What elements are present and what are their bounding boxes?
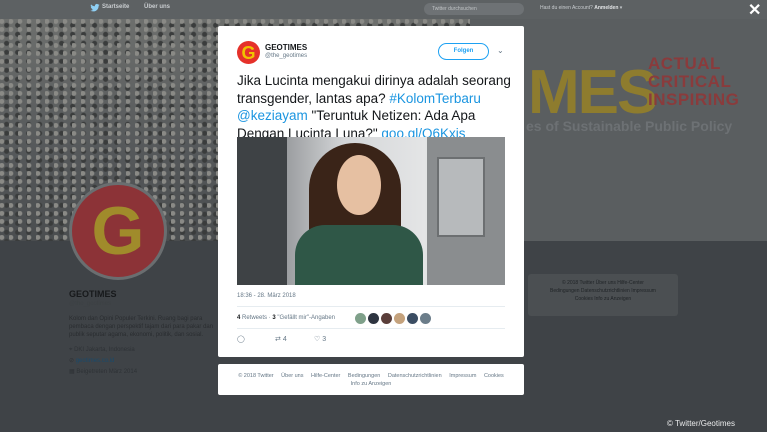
tagline-critical: CRITICAL xyxy=(648,72,732,91)
avatar-letter: G xyxy=(91,193,145,269)
joined-text: Beigetreten März 2014 xyxy=(76,369,138,375)
likers-avatars xyxy=(355,313,431,324)
liker-avatar[interactable] xyxy=(407,313,418,324)
sidebar-footer-line1[interactable]: © 2018 Twitter Über uns Hilfe-Center xyxy=(533,279,673,287)
sidebar-footer-line2[interactable]: Bedingungen Datenschutzrichtlinien Impre… xyxy=(533,287,673,295)
footer-ads[interactable]: Info zu Anzeigen xyxy=(351,381,392,387)
retweet-action-count: 4 xyxy=(282,336,287,343)
search-input[interactable]: Twitter durchsuchen xyxy=(424,3,524,15)
banner-subtitle: es of Sustainable Public Policy xyxy=(526,118,733,134)
follow-button[interactable]: Folgen xyxy=(438,43,489,60)
tagline-inspiring: INSPIRING xyxy=(648,90,740,109)
tweet-stats: 4 Retweets · 3 "Gefällt mir"-Angaben xyxy=(237,315,336,321)
likes-label[interactable]: "Gefällt mir"-Angaben xyxy=(277,315,335,321)
profile-name[interactable]: GEOTIMES xyxy=(69,289,219,299)
footer-copyright: © 2018 Twitter xyxy=(238,373,274,379)
profile-avatar[interactable]: G xyxy=(69,182,167,280)
mention-link[interactable]: @keziayam xyxy=(237,108,308,123)
close-icon[interactable]: ✕ xyxy=(748,0,761,20)
tweet-author-avatar[interactable]: G xyxy=(237,41,260,64)
hashtag-link[interactable]: #KolomTerbaru xyxy=(389,91,481,106)
footer-about[interactable]: Über uns xyxy=(281,373,303,379)
like-action[interactable]: ♡ 3 xyxy=(314,335,326,343)
footer-cookies[interactable]: Cookies xyxy=(484,373,504,379)
calendar-icon: ▦ xyxy=(69,369,75,375)
liker-avatar[interactable] xyxy=(420,313,431,324)
photo-bg-right xyxy=(427,137,505,285)
liker-avatar[interactable] xyxy=(381,313,392,324)
account-prompt: Hast du einen Account? Anmelden ▾ xyxy=(540,5,623,11)
photo-bg-left xyxy=(237,137,287,285)
location-pin-icon: ⌖ xyxy=(69,347,73,353)
divider xyxy=(237,306,505,307)
profile-bio: Kolom dan Opini Populer Terkini. Ruang b… xyxy=(69,316,214,338)
website-link[interactable]: geotimes.co.id xyxy=(76,358,115,364)
liker-avatar[interactable] xyxy=(394,313,405,324)
footer-help[interactable]: Hilfe-Center xyxy=(311,373,340,379)
twitter-bird-icon[interactable] xyxy=(90,3,100,13)
tweet-photo[interactable] xyxy=(237,137,505,285)
account-question: Hast du einen Account? xyxy=(540,5,593,11)
location-text: DKI Jakarta, Indonesia xyxy=(74,347,135,353)
nav-about-link[interactable]: Über uns xyxy=(144,4,170,10)
reply-icon[interactable]: ◯ xyxy=(237,335,245,343)
tweet-author-name[interactable]: GEOTIMES xyxy=(265,43,307,52)
profile-website: ⊘ geotimes.co.id xyxy=(69,356,219,367)
link-icon: ⊘ xyxy=(69,358,75,364)
tweet-author-handle[interactable]: @the_geotimes xyxy=(265,53,307,59)
footer-privacy[interactable]: Datenschutzrichtlinien xyxy=(388,373,442,379)
photo-window xyxy=(437,157,485,237)
profile-joined: ▦ Beigetreten März 2014 xyxy=(69,367,219,378)
likes-count[interactable]: 3 xyxy=(272,315,275,321)
liker-avatar[interactable] xyxy=(355,313,366,324)
retweet-action[interactable]: ⇄ 4 xyxy=(275,335,287,343)
heart-icon: ♡ xyxy=(314,336,321,343)
tweet-timestamp[interactable]: 18:36 - 28. März 2018 xyxy=(237,293,296,299)
profile-card: GEOTIMES @the_geotimes Kolom dan Opini P… xyxy=(69,289,219,378)
footer-imprint[interactable]: Impressum xyxy=(449,373,476,379)
nav-home-link[interactable]: Startseite xyxy=(102,4,129,10)
like-action-count: 3 xyxy=(322,336,327,343)
photo-face xyxy=(337,155,381,215)
retweet-icon: ⇄ xyxy=(275,336,281,343)
photo-dress xyxy=(295,225,423,285)
profile-handle[interactable]: @the_geotimes xyxy=(69,301,219,307)
profile-location: ⌖ DKI Jakarta, Indonesia xyxy=(69,345,219,356)
profile-meta: ⌖ DKI Jakarta, Indonesia ⊘ geotimes.co.i… xyxy=(69,345,219,378)
banner-tagline: ACTUAL CRITICAL INSPIRING xyxy=(648,55,739,109)
login-link[interactable]: Anmelden xyxy=(594,5,618,11)
sidebar-footer: © 2018 Twitter Über uns Hilfe-Center Bed… xyxy=(528,274,678,316)
tweet-text: Jika Lucinta mengakui dirinya adalah seo… xyxy=(237,72,513,142)
top-nav-bar: Startseite Über uns Twitter durchsuchen … xyxy=(0,0,767,19)
tweet-avatar-letter: G xyxy=(241,42,256,63)
divider xyxy=(237,328,505,329)
image-credit: © Twitter/Geotimes xyxy=(667,419,735,428)
sidebar-footer-line3[interactable]: Cookies Info zu Anzeigen xyxy=(533,295,673,303)
chevron-down-icon[interactable]: ⌄ xyxy=(497,46,504,55)
liker-avatar[interactable] xyxy=(368,313,379,324)
retweets-count[interactable]: 4 xyxy=(237,315,240,321)
modal-footer: © 2018 Twitter Über uns Hilfe-Center Bed… xyxy=(218,364,524,395)
tagline-actual: ACTUAL xyxy=(648,54,721,73)
retweets-label[interactable]: Retweets xyxy=(242,315,267,321)
tweet-modal: G GEOTIMES @the_geotimes Folgen ⌄ Jika L… xyxy=(218,26,524,357)
footer-terms[interactable]: Bedingungen xyxy=(348,373,380,379)
